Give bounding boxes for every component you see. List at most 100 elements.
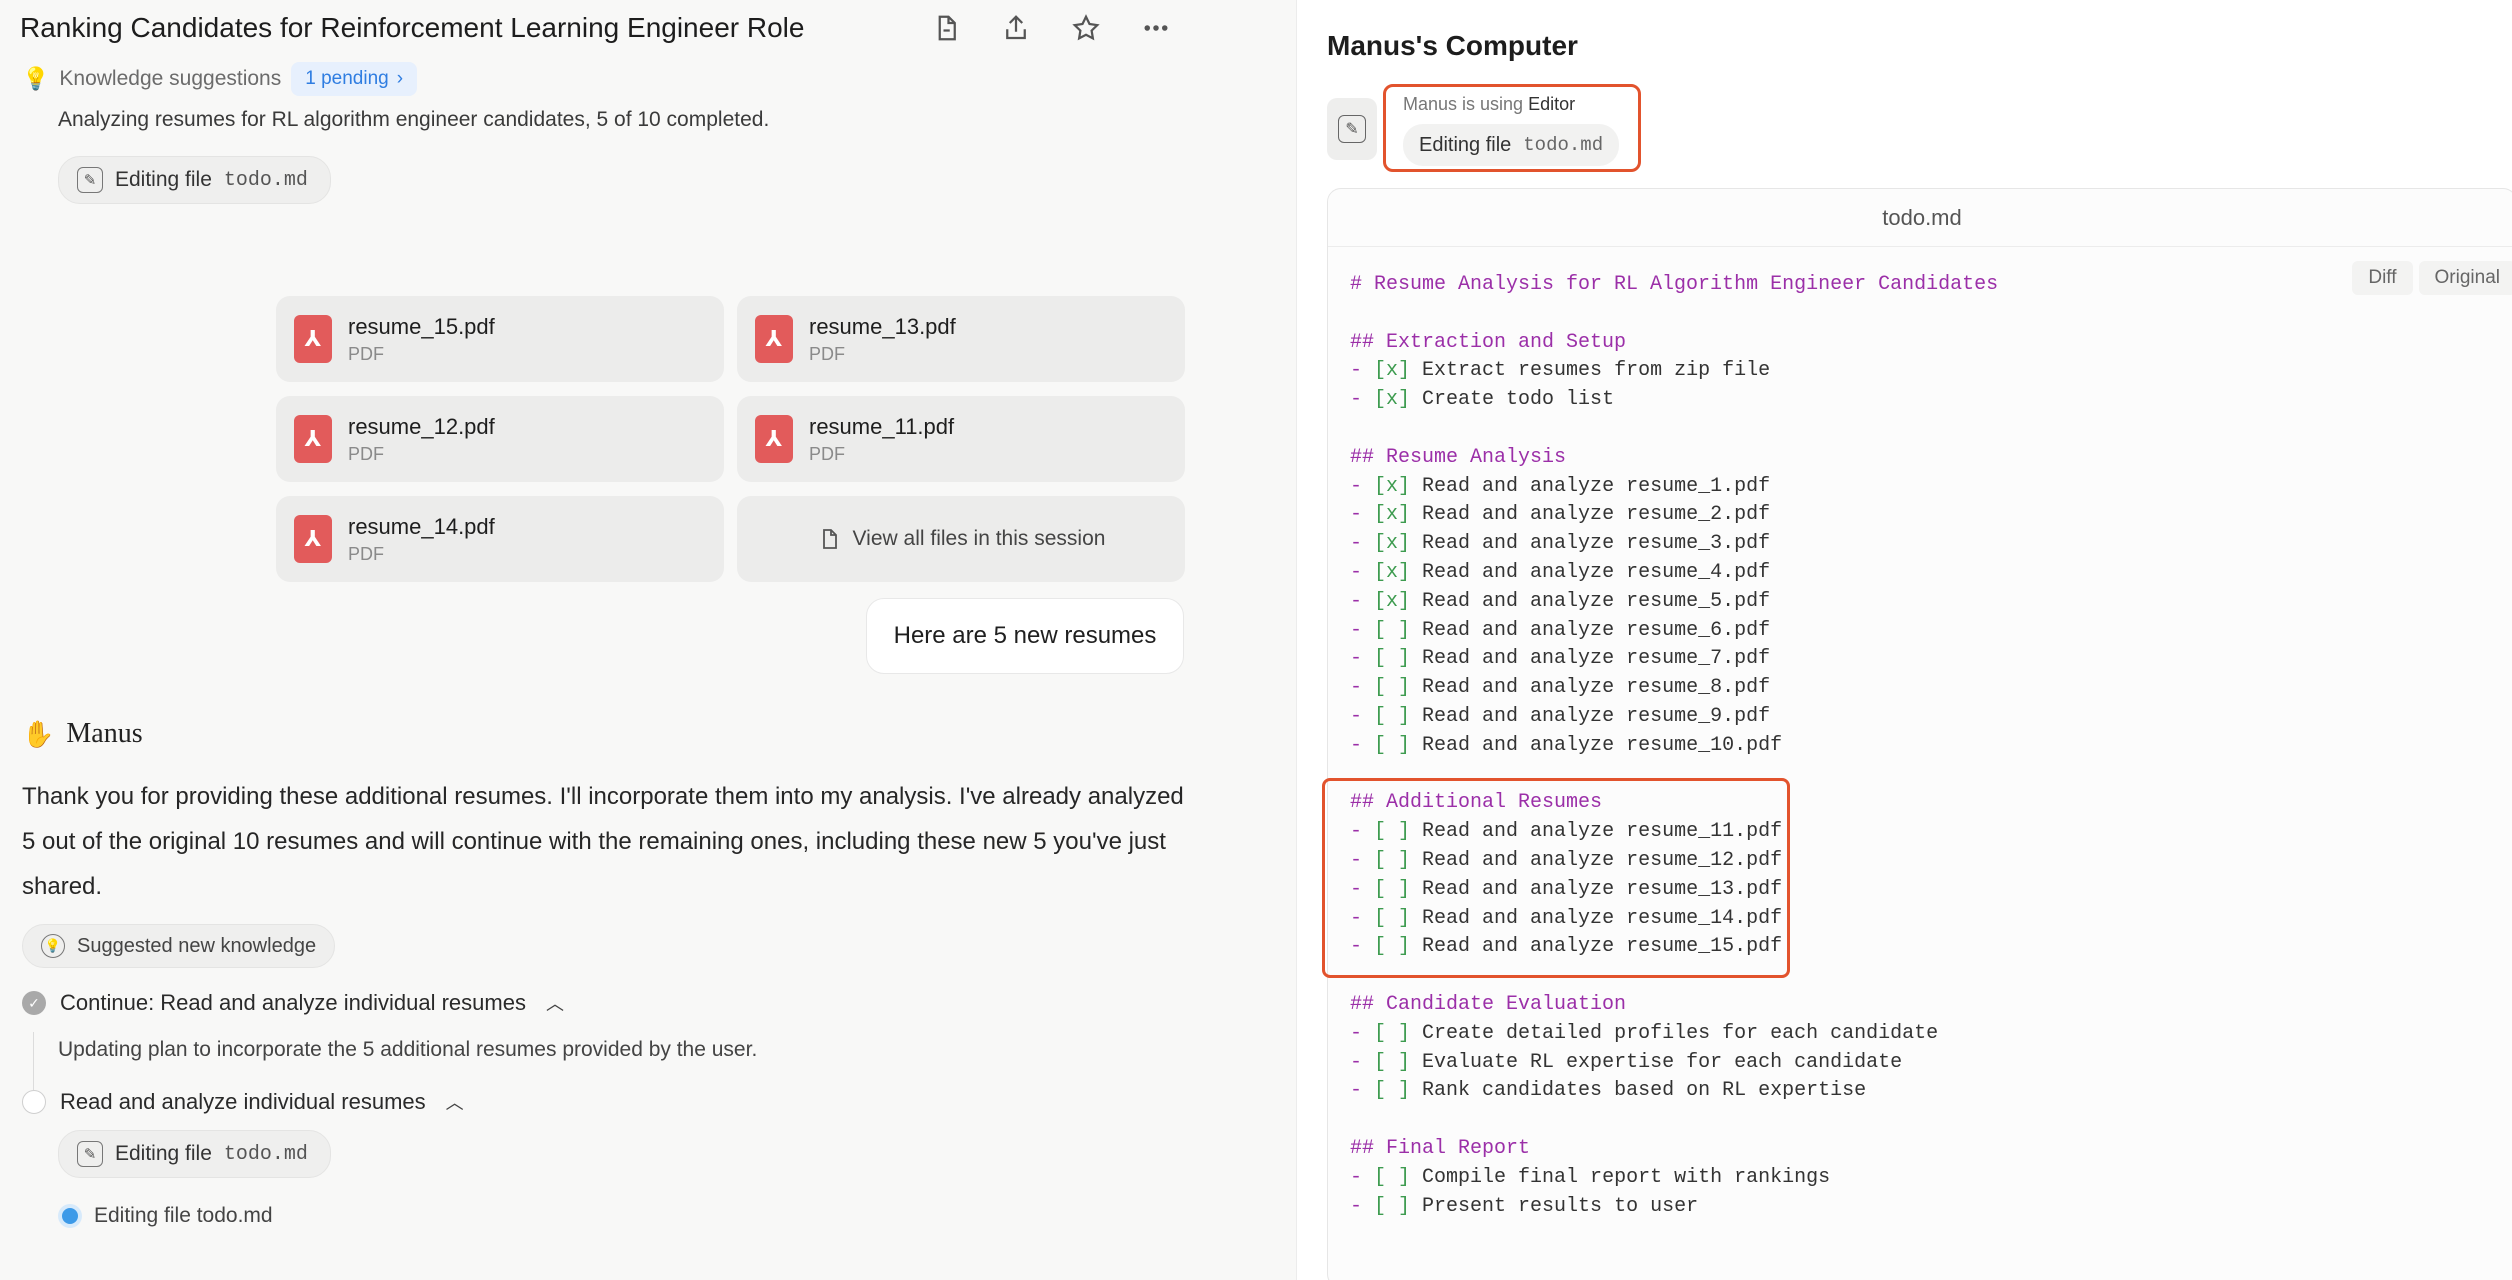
code-todo-line: - [x] Read and analyze resume_4.pdf	[1350, 560, 1771, 584]
code-title-line: # Resume Analysis for RL Algorithm Engin…	[1350, 273, 1999, 296]
view-toggle: Diff Original	[2352, 261, 2512, 295]
code-todo-line: - [ ] Present results to user	[1350, 1194, 1699, 1218]
chevron-up-icon: ︿	[445, 1093, 464, 1113]
pending-badge[interactable]: 1 pending ›	[291, 62, 418, 96]
file-card[interactable]: ⅄ resume_12.pdf PDF	[276, 396, 724, 482]
check-icon: ✓	[22, 991, 46, 1015]
code-todo-line: - [x] Read and analyze resume_3.pdf	[1350, 532, 1771, 556]
code-heading-line: ## Final Report	[1350, 1136, 1531, 1160]
file-card[interactable]: ⅄ resume_13.pdf PDF	[737, 296, 1185, 382]
manus-logo-icon: ✋	[22, 718, 55, 749]
editor-tool-icon: ✎	[1327, 98, 1377, 160]
pdf-icon: ⅄	[294, 415, 332, 463]
chip-file: todo.md	[1523, 134, 1604, 156]
star-icon[interactable]	[1064, 8, 1108, 48]
file-type: PDF	[348, 543, 384, 564]
pending-circle-icon	[22, 1090, 46, 1114]
editing-file-chip[interactable]: Editing file todo.md	[1403, 124, 1620, 166]
chevron-right-icon: ›	[396, 68, 404, 89]
chip-label: Editing file	[115, 1142, 212, 1165]
editing-file-chip[interactable]: ✎ Editing file todo.md	[58, 156, 331, 204]
code-todo-line: - [ ] Compile final report with rankings	[1350, 1165, 1831, 1189]
step-label: Read and analyze individual resumes	[60, 1089, 426, 1114]
knowledge-label: Knowledge suggestions	[59, 67, 282, 90]
code-todo-line: - [ ] Read and analyze resume_13.pdf	[1350, 877, 1783, 901]
code-todo-line: - [ ] Read and analyze resume_7.pdf	[1350, 647, 1771, 671]
code-todo-line: - [ ] Read and analyze resume_12.pdf	[1350, 848, 1783, 872]
code-todo-line: - [x] Read and analyze resume_1.pdf	[1350, 474, 1771, 498]
step-label: Continue: Read and analyze individual re…	[60, 990, 526, 1015]
task-status: Analyzing resumes for RL algorithm engin…	[58, 108, 770, 131]
using-tool: Editor	[1528, 94, 1576, 114]
timeline-connector	[33, 1032, 34, 1090]
file-name: resume_11.pdf	[809, 413, 955, 439]
code-todo-line: - [x] Create todo list	[1350, 388, 1615, 412]
files-icon[interactable]	[924, 8, 968, 48]
pending-count: 1 pending	[305, 68, 389, 89]
view-all-files-button[interactable]: View all files in this session	[737, 496, 1185, 582]
edit-icon: ✎	[77, 167, 103, 193]
code-todo-line: - [x] Read and analyze resume_5.pdf	[1350, 589, 1771, 613]
more-options-icon[interactable]	[1134, 8, 1178, 48]
assistant-message: Thank you for providing these additional…	[22, 783, 1184, 900]
code-todo-line: - [ ] Read and analyze resume_10.pdf	[1350, 733, 1783, 757]
agent-header: ✋ Manus	[22, 718, 143, 750]
suggest-label: Suggested new knowledge	[77, 934, 317, 957]
code-todo-line: - [x] Read and analyze resume_2.pdf	[1350, 503, 1771, 527]
computer-title: Manus's Computer	[1327, 30, 1578, 61]
using-prefix: Manus is using	[1403, 94, 1524, 114]
edit-icon: ✎	[77, 1141, 103, 1167]
suggested-knowledge-chip[interactable]: 💡 Suggested new knowledge	[22, 924, 336, 968]
plan-step-2[interactable]: Read and analyze individual resumes ︿	[22, 1089, 464, 1115]
code-todo-line: - [ ] Read and analyze resume_8.pdf	[1350, 676, 1771, 700]
file-type: PDF	[348, 443, 384, 464]
editing-file-chip[interactable]: ✎ Editing file todo.md	[58, 1130, 331, 1178]
header-actions	[924, 8, 1178, 48]
file-card[interactable]: ⅄ resume_14.pdf PDF	[276, 496, 724, 582]
code-todo-line: - [ ] Rank candidates based on RL expert…	[1350, 1079, 1867, 1103]
code-todo-line: - [ ] Read and analyze resume_11.pdf	[1350, 820, 1783, 844]
plan-step-1[interactable]: ✓ Continue: Read and analyze individual …	[22, 990, 564, 1016]
activity-dot-icon	[62, 1208, 78, 1224]
chevron-up-icon: ︿	[545, 994, 564, 1014]
code-heading-line: ## Extraction and Setup	[1350, 330, 1627, 354]
task-title: Ranking Candidates for Reinforcement Lea…	[20, 12, 805, 43]
computer-pane: Manus's Computer ✎ Manus is using Editor…	[1296, 0, 2512, 1280]
share-icon[interactable]	[994, 8, 1038, 48]
code-todo-line: - [ ] Create detailed profiles for each …	[1350, 1021, 1939, 1045]
view-all-label: View all files in this session	[852, 527, 1106, 550]
agent-name: Manus	[66, 718, 143, 749]
file-name: resume_14.pdf	[348, 513, 495, 539]
code-todo-line: - [x] Extract resumes from zip file	[1350, 359, 1771, 383]
code-heading-line: ## Resume Analysis	[1350, 445, 1567, 469]
user-message: Here are 5 new resumes	[866, 598, 1184, 674]
file-name: resume_15.pdf	[348, 313, 495, 339]
lightbulb-icon: 💡	[41, 934, 65, 958]
file-name: resume_13.pdf	[809, 313, 956, 339]
code-content: # Resume Analysis for RL Algorithm Engin…	[1350, 271, 1998, 1221]
tool-status: Manus is using Editor	[1403, 94, 1575, 115]
chip-file: todo.md	[223, 1142, 308, 1166]
files-icon	[822, 529, 837, 549]
file-card[interactable]: ⅄ resume_15.pdf PDF	[276, 296, 724, 382]
editor-panel: todo.md Diff Original # Resume Analysis …	[1327, 188, 2512, 1280]
chip-label: Editing file	[115, 168, 212, 191]
code-heading-line: ## Additional Resumes	[1350, 791, 1603, 815]
chip-label: Editing file	[1419, 133, 1512, 156]
chip-file: todo.md	[223, 168, 308, 192]
original-tab[interactable]: Original	[2418, 261, 2512, 295]
knowledge-suggestions: 💡 Knowledge suggestions 1 pending ›	[22, 62, 418, 96]
chat-pane: Ranking Candidates for Reinforcement Lea…	[0, 0, 1296, 1280]
code-todo-line: - [ ] Read and analyze resume_15.pdf	[1350, 935, 1783, 959]
diff-tab[interactable]: Diff	[2352, 261, 2413, 295]
code-todo-line: - [ ] Evaluate RL expertise for each can…	[1350, 1050, 1903, 1074]
pdf-icon: ⅄	[755, 315, 793, 363]
file-type: PDF	[348, 343, 384, 364]
code-todo-line: - [ ] Read and analyze resume_14.pdf	[1350, 906, 1783, 930]
file-card[interactable]: ⅄ resume_11.pdf PDF	[737, 396, 1185, 482]
pdf-icon: ⅄	[294, 315, 332, 363]
file-type: PDF	[809, 343, 845, 364]
